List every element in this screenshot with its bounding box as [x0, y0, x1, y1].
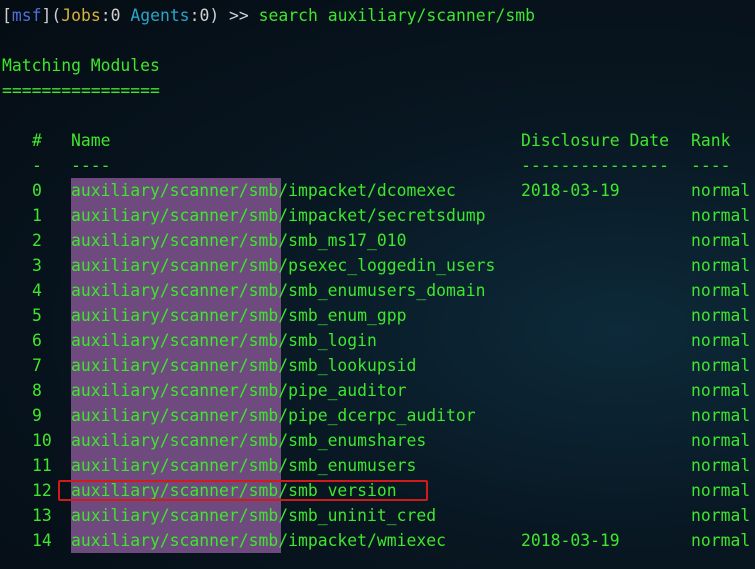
prompt-close-paren: ) [209, 6, 220, 25]
module-name: auxiliary/scanner/smb/smb_enumusers [71, 456, 417, 475]
row-number: 10 [32, 431, 52, 450]
row-number: 14 [32, 531, 52, 550]
module-name: auxiliary/scanner/smb/impacket/dcomexec [71, 181, 456, 200]
module-name: auxiliary/scanner/smb/smb_enumusers_doma… [71, 281, 486, 300]
prompt-agents-count: 0 [199, 6, 210, 25]
heading-underline: ================ [2, 81, 160, 100]
prompt-open-paren: ( [51, 6, 62, 25]
row-number: 7 [32, 356, 42, 375]
separator-name: ---- [71, 156, 111, 175]
selected-module-highlight-box [58, 480, 428, 501]
prompt-agents-label: Agents [130, 6, 190, 25]
module-rank: normal [691, 356, 751, 375]
module-rank: normal [691, 256, 751, 275]
module-rank: normal [691, 381, 751, 400]
row-number: 3 [32, 256, 42, 275]
row-number: 1 [32, 206, 42, 225]
prompt-arrow: >> [219, 6, 259, 25]
module-name: auxiliary/scanner/smb/impacket/wmiexec [71, 531, 446, 550]
prompt-jobs-label: Jobs [61, 6, 101, 25]
separator-disclosure-date: --------------- [521, 156, 670, 175]
module-name: auxiliary/scanner/smb/pipe_dcerpc_audito… [71, 406, 476, 425]
module-rank: normal [691, 506, 751, 525]
separator-rank: ---- [691, 156, 731, 175]
command-text[interactable]: search auxiliary/scanner/smb [259, 6, 535, 25]
module-name: auxiliary/scanner/smb/smb_enum_gpp [71, 306, 407, 325]
prompt-jobs-colon: : [100, 6, 111, 25]
prompt-msf-label: msf [11, 6, 42, 25]
prompt-agents-colon: : [189, 6, 200, 25]
row-number: 2 [32, 231, 42, 250]
module-name: auxiliary/scanner/smb/psexec_loggedin_us… [71, 256, 496, 275]
module-rank: normal [691, 231, 751, 250]
separator-number: - [32, 156, 42, 175]
prompt-jobs-count: 0 [110, 6, 121, 25]
module-name: auxiliary/scanner/smb/smb_lookupsid [71, 356, 417, 375]
header-disclosure-date: Disclosure Date [521, 131, 670, 150]
row-number: 13 [32, 506, 52, 525]
disclosure-date: 2018-03-19 [521, 531, 620, 550]
module-rank: normal [691, 431, 751, 450]
disclosure-date: 2018-03-19 [521, 181, 620, 200]
module-rank: normal [691, 331, 751, 350]
module-rank: normal [691, 281, 751, 300]
row-number: 4 [32, 281, 42, 300]
row-number: 6 [32, 331, 42, 350]
row-number: 8 [32, 381, 42, 400]
module-rank: normal [691, 481, 751, 500]
module-name: auxiliary/scanner/smb/smb_ms17_010 [71, 231, 407, 250]
module-name: auxiliary/scanner/smb/impacket/secretsdu… [71, 206, 486, 225]
module-rank: normal [691, 531, 751, 550]
module-name: auxiliary/scanner/smb/smb_enumshares [71, 431, 427, 450]
row-number: 5 [32, 306, 42, 325]
row-number: 9 [32, 406, 42, 425]
row-number: 11 [32, 456, 52, 475]
row-number: 0 [32, 181, 42, 200]
module-rank: normal [691, 406, 751, 425]
module-rank: normal [691, 181, 751, 200]
module-rank: normal [691, 456, 751, 475]
header-name: Name [71, 131, 111, 150]
header-rank: Rank [691, 131, 731, 150]
row-number: 12 [32, 481, 52, 500]
matching-modules-heading: Matching Modules [2, 56, 160, 75]
module-rank: normal [691, 306, 751, 325]
prompt-close-bracket: ] [41, 6, 52, 25]
prompt-open-bracket: [ [2, 6, 12, 25]
module-name: auxiliary/scanner/smb/smb_uninit_cred [71, 506, 437, 525]
command-prompt-line: [msf](Jobs:0 Agents:0) >> search auxilia… [2, 3, 535, 28]
module-name: auxiliary/scanner/smb/pipe_auditor [71, 381, 407, 400]
header-number: # [32, 131, 42, 150]
module-rank: normal [691, 206, 751, 225]
module-name: auxiliary/scanner/smb/smb_login [71, 331, 377, 350]
